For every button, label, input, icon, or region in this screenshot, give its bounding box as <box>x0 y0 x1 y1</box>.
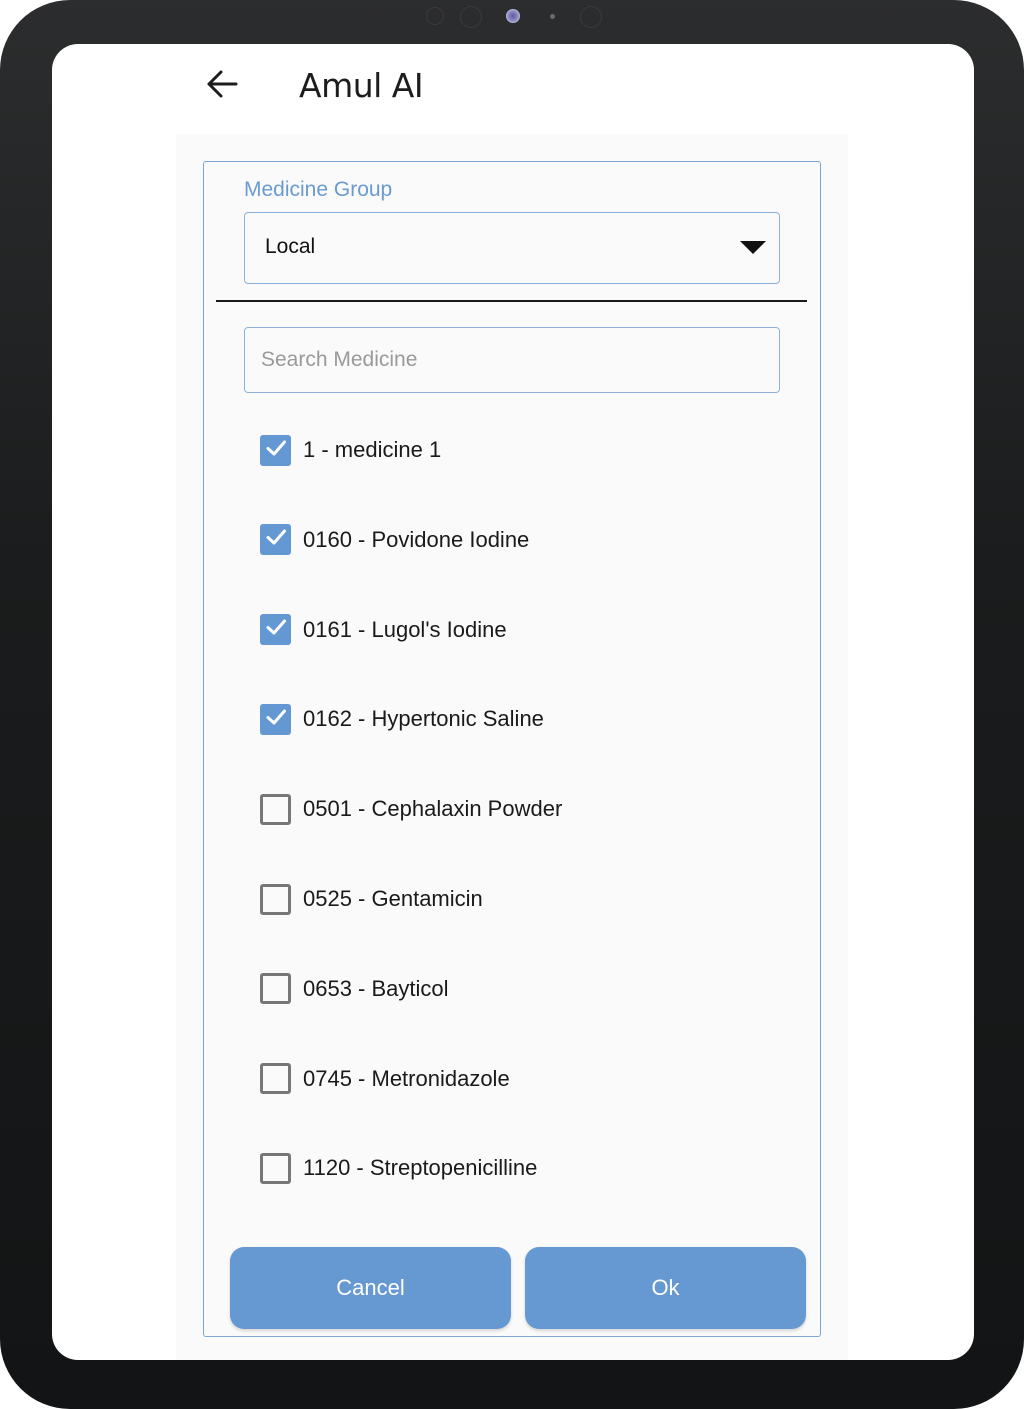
search-medicine-input[interactable] <box>261 328 761 391</box>
checkmark-icon <box>265 706 287 733</box>
search-medicine-field[interactable] <box>244 327 780 393</box>
medicine-label: 0525 - Gentamicin <box>303 886 483 911</box>
cancel-button[interactable]: Cancel <box>230 1247 511 1329</box>
medicine-list-item[interactable]: 0160 - Povidone Iodine <box>260 520 780 560</box>
checkmark-icon <box>265 437 287 464</box>
medicine-group-select[interactable]: Local <box>244 212 780 284</box>
checkbox-checked[interactable] <box>260 703 291 735</box>
indicator-dot-icon <box>550 14 555 19</box>
medicine-label: 0160 - Povidone Iodine <box>303 526 530 552</box>
checkbox-unchecked[interactable] <box>260 883 291 915</box>
medicine-label: 0653 - Bayticol <box>303 975 449 1001</box>
medicine-label: 0161 - Lugol's Iodine <box>303 616 507 642</box>
medicine-group-label: Medicine Group <box>244 178 393 201</box>
medicine-list-item[interactable]: 0162 - Hypertonic Saline <box>260 699 780 739</box>
sensor-icon <box>580 6 602 28</box>
checkbox-checked[interactable] <box>260 614 291 646</box>
app-title: Amul AI <box>299 66 424 105</box>
app-bar: Amul AI <box>176 44 848 134</box>
ok-button[interactable]: Ok <box>525 1247 806 1329</box>
checkbox-checked[interactable] <box>260 434 291 466</box>
tablet-frame: Amul AI Medicine Group Local 1 - medicin… <box>0 0 1024 1409</box>
medicine-list-item[interactable]: 0653 - Bayticol <box>260 969 780 1009</box>
medicine-label: 1 - medicine 1 <box>303 437 442 462</box>
medicine-list-item[interactable]: 1120 - Streptopenicilline <box>260 1148 780 1188</box>
medicine-list-item[interactable]: 0161 - Lugol's Iodine <box>260 610 780 650</box>
medicine-group-value: Local <box>265 235 316 258</box>
sensor-icon <box>426 7 444 25</box>
checkmark-icon <box>265 616 287 643</box>
medicine-label: 0501 - Cephalaxin Powder <box>303 796 563 822</box>
medicine-list-item[interactable]: 0501 - Cephalaxin Powder <box>260 789 780 829</box>
checkbox-unchecked[interactable] <box>260 973 291 1005</box>
medicine-list-item[interactable]: 0525 - Gentamicin <box>260 879 780 919</box>
screen: Amul AI Medicine Group Local 1 - medicin… <box>52 44 974 1360</box>
medicine-list-item[interactable]: 0745 - Metronidazole <box>260 1059 780 1099</box>
arrow-left-icon <box>206 69 238 104</box>
back-button[interactable] <box>202 64 242 108</box>
medicine-label: 0745 - Metronidazole <box>303 1065 510 1091</box>
camera-lens-icon <box>506 9 520 23</box>
medicine-label: 0162 - Hypertonic Saline <box>303 706 544 732</box>
app-container: Amul AI Medicine Group Local 1 - medicin… <box>176 44 848 1360</box>
medicine-label: 1120 - Streptopenicilline <box>303 1155 538 1181</box>
checkbox-unchecked[interactable] <box>260 1063 291 1095</box>
divider <box>216 300 807 302</box>
checkmark-icon <box>265 526 287 553</box>
medicine-selection-dialog: Medicine Group Local 1 - medicine 1 0160 … <box>203 161 821 1337</box>
checkbox-unchecked[interactable] <box>260 793 291 825</box>
medicine-list-item[interactable]: 1 - medicine 1 <box>260 430 780 470</box>
sensor-icon <box>460 6 482 28</box>
caret-down-icon <box>740 241 766 254</box>
checkbox-unchecked[interactable] <box>260 1152 291 1184</box>
camera-bar <box>420 5 620 29</box>
checkbox-checked[interactable] <box>260 524 291 556</box>
